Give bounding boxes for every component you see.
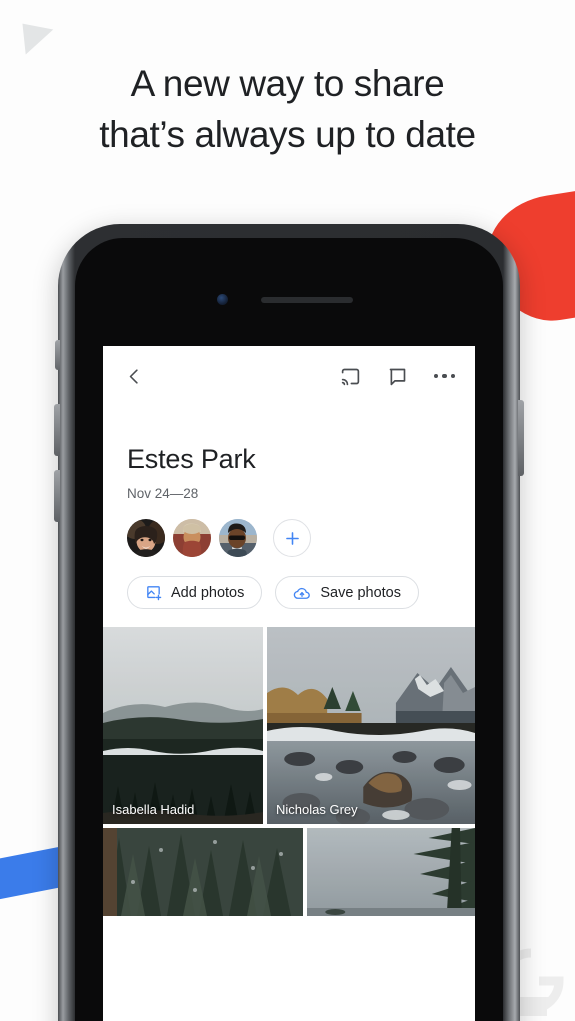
photo-grid: Isabella Hadid Nicholas Grey (103, 627, 475, 916)
add-photos-label: Add photos (171, 584, 245, 601)
album-date-range: Nov 24—28 (127, 486, 199, 501)
phone-power-button[interactable] (518, 400, 524, 476)
photo-thumbnail[interactable]: Isabella Hadid (103, 627, 263, 824)
phone-volume-down-button[interactable] (54, 470, 60, 522)
app-bar (103, 346, 475, 406)
photo-thumbnail[interactable]: Nicholas Grey (267, 627, 475, 824)
phone-mute-switch[interactable] (55, 340, 60, 370)
earpiece-speaker (261, 297, 353, 303)
save-photos-label: Save photos (320, 584, 401, 601)
page-headline: A new way to share that’s always up to d… (0, 58, 575, 160)
photo-caption: Isabella Hadid (112, 802, 195, 817)
headline-line-2: that’s always up to date (99, 114, 476, 155)
promo-screenshot: A new way to share that’s always up to d… (0, 0, 575, 1021)
photo-caption: Nicholas Grey (276, 802, 358, 817)
phone-screen: Estes Park Nov 24—28 Add photos Save pho… (103, 346, 475, 1021)
phone-bezel: Estes Park Nov 24—28 Add photos Save pho… (75, 238, 503, 1021)
phone-volume-up-button[interactable] (54, 404, 60, 456)
action-button-row: Add photos Save photos (103, 557, 475, 609)
back-chevron-icon[interactable] (125, 367, 144, 386)
album-header: Estes Park Nov 24—28 (103, 406, 475, 501)
add-photo-icon (147, 586, 162, 601)
save-photos-button[interactable]: Save photos (275, 576, 419, 609)
plus-icon (285, 531, 299, 545)
avatar[interactable] (127, 519, 165, 557)
member-avatar-row (103, 501, 475, 557)
photo-thumbnail[interactable] (307, 828, 475, 916)
comment-bubble-icon[interactable] (387, 366, 408, 387)
front-camera-icon (217, 294, 228, 305)
add-photos-button[interactable]: Add photos (127, 576, 263, 609)
avatar[interactable] (173, 519, 211, 557)
headline-line-1: A new way to share (130, 63, 445, 104)
add-person-button[interactable] (273, 519, 311, 557)
cast-icon[interactable] (340, 366, 361, 387)
phone-mockup: Estes Park Nov 24—28 Add photos Save pho… (54, 224, 524, 1021)
cloud-save-icon (294, 587, 311, 599)
photo-thumbnail[interactable] (103, 828, 303, 916)
photo-grid-row (103, 828, 475, 916)
photo-grid-row: Isabella Hadid Nicholas Grey (103, 627, 475, 824)
page-title: Estes Park (127, 444, 256, 474)
decorative-triangle-icon (22, 20, 56, 55)
avatar[interactable] (219, 519, 257, 557)
overflow-menu-icon[interactable] (433, 373, 455, 379)
